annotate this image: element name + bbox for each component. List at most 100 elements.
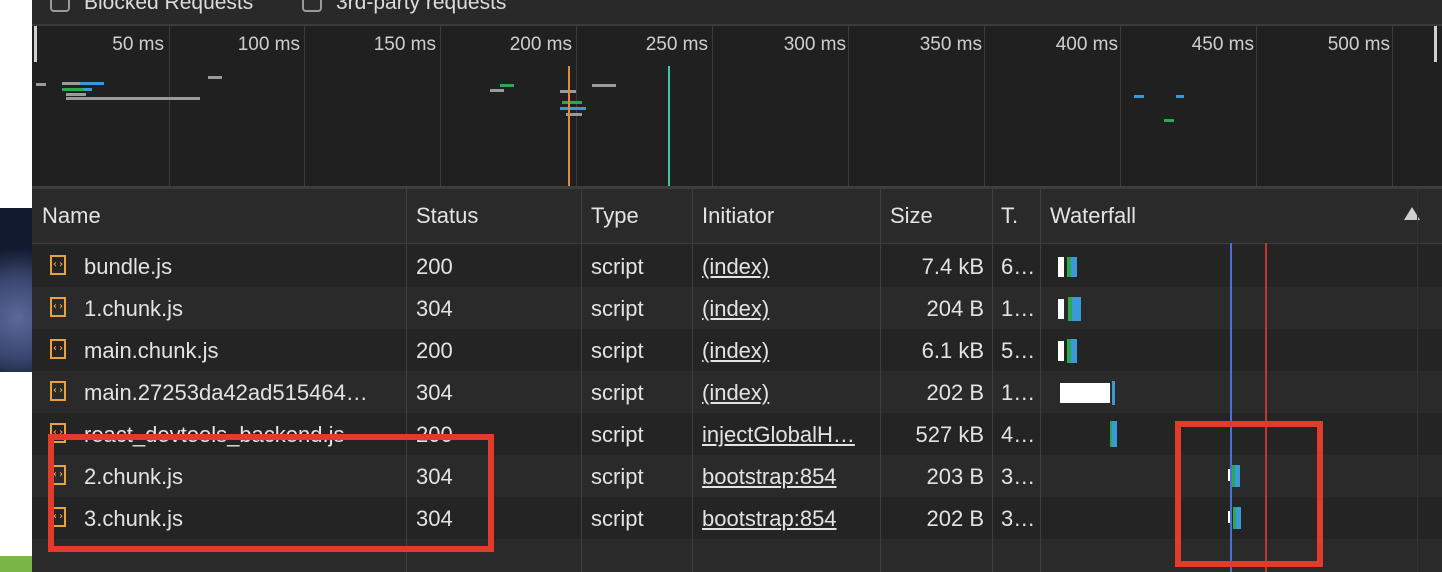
column-divider[interactable] (880, 189, 881, 572)
overview-load-line (668, 66, 670, 186)
overview-gridline (304, 26, 305, 186)
overview-request-bar (66, 93, 86, 96)
waterfall-bar-download (1071, 257, 1077, 277)
request-initiator-link[interactable]: bootstrap:854 (702, 506, 878, 532)
overview-tick-label: 150 ms (373, 34, 436, 55)
waterfall-bar-queue (1058, 299, 1064, 319)
blocked-requests-label: Blocked Requests (84, 0, 254, 14)
overview-gridline (712, 26, 713, 186)
request-initiator-link[interactable]: (index) (702, 296, 878, 322)
overview-request-bar (560, 107, 586, 110)
column-divider[interactable] (1040, 189, 1041, 572)
request-time: 3… (1001, 464, 1036, 489)
overview-tick-label: 450 ms (1191, 34, 1254, 55)
waterfall-bar-queue (1058, 257, 1064, 277)
network-panel: Blocked Requests 3rd-party requests 50 m… (32, 0, 1442, 572)
column-header-type[interactable]: Type (591, 203, 639, 229)
overview-right-handle[interactable] (1434, 26, 1437, 62)
overview-request-bar (62, 82, 80, 85)
request-initiator-link[interactable]: (index) (702, 254, 878, 280)
request-time: 6… (1001, 254, 1036, 279)
request-size: 527 kB (915, 422, 985, 447)
overview-tick-label: 100 ms (237, 34, 300, 55)
overview-tick-label: 400 ms (1055, 34, 1118, 55)
column-header-name[interactable]: Name (42, 203, 101, 229)
request-type: script (591, 506, 644, 531)
request-initiator-link[interactable]: (index) (702, 380, 878, 406)
overview-gridline (169, 26, 170, 186)
script-file-icon: ‹› (50, 255, 66, 275)
overview-request-bar (592, 84, 616, 87)
request-type: script (591, 254, 644, 279)
overview-tick-label: 50 ms (112, 34, 164, 55)
overview-left-handle[interactable] (34, 26, 37, 62)
overview-request-bar (500, 84, 514, 87)
request-time: 4… (1001, 422, 1036, 447)
overview-request-bar (36, 83, 46, 86)
filter-bar: Blocked Requests 3rd-party requests (32, 0, 1442, 26)
request-name: 1.chunk.js (84, 296, 184, 321)
request-initiator-link[interactable]: (index) (702, 338, 878, 364)
request-size: 202 B (926, 380, 985, 405)
overview-gridline (984, 26, 985, 186)
waterfall-bar-download (1112, 421, 1117, 447)
table-header: Name Status Type Initiator Size T. Water… (32, 189, 1442, 244)
overview-dom-content-loaded-line (568, 66, 570, 186)
request-size: 202 B (926, 506, 985, 531)
overview-request-bar (80, 82, 104, 85)
overview-request-bar (84, 88, 92, 91)
waterfall-bar-download (1071, 339, 1077, 363)
overview-gridline (1392, 26, 1393, 186)
waterfall-bar-download (1072, 297, 1081, 321)
overview-request-bar (1176, 95, 1184, 98)
request-initiator-link[interactable]: injectGlobalH… (702, 422, 878, 448)
column-header-time[interactable]: T. (1001, 203, 1018, 229)
request-type: script (591, 338, 644, 363)
page-thumbnail-image (0, 208, 32, 372)
page-accent-strip (0, 556, 32, 572)
request-name: main.27253da42ad515464… (84, 380, 368, 405)
request-time: 1… (1001, 380, 1036, 405)
waterfall-bar-download (1112, 381, 1115, 405)
request-type: script (591, 464, 644, 489)
timeline-overview[interactable]: 50 ms 100 ms 150 ms 200 ms 250 ms 300 ms… (32, 26, 1442, 186)
overview-gridline (440, 26, 441, 186)
overview-gridline (1256, 26, 1257, 186)
overview-tick-label: 300 ms (783, 34, 846, 55)
request-type: script (591, 296, 644, 321)
column-header-waterfall[interactable]: Waterfall (1050, 203, 1136, 229)
script-file-icon: ‹› (50, 339, 66, 359)
request-status: 304 (416, 296, 453, 321)
overview-request-bar (1134, 95, 1144, 98)
third-party-label: 3rd-party requests (336, 0, 507, 14)
overview-gridline (848, 26, 849, 186)
waterfall-gridline (1417, 189, 1418, 572)
request-name: main.chunk.js (84, 338, 219, 363)
column-header-size[interactable]: Size (890, 203, 933, 229)
annotation-highlight-waterfall (1175, 421, 1323, 567)
overview-gridline (576, 26, 577, 186)
request-time: 5… (1001, 338, 1036, 363)
waterfall-bar-queue (1058, 341, 1064, 361)
script-file-icon: ‹› (50, 297, 66, 317)
blocked-requests-checkbox[interactable] (50, 0, 70, 12)
overview-tick-label: 200 ms (509, 34, 572, 55)
request-size: 7.4 kB (921, 254, 984, 279)
overview-tick-label: 250 ms (645, 34, 708, 55)
overview-request-bar (66, 97, 200, 100)
request-size: 6.1 kB (921, 338, 984, 363)
column-divider[interactable] (992, 189, 993, 572)
column-divider[interactable] (581, 189, 582, 572)
overview-request-bar (208, 76, 222, 79)
request-name: bundle.js (84, 254, 173, 279)
request-status: 200 (416, 254, 453, 279)
column-header-initiator[interactable]: Initiator (702, 203, 774, 229)
overview-request-bar (562, 101, 582, 104)
request-time: 1… (1001, 296, 1036, 321)
column-divider[interactable] (692, 189, 693, 572)
third-party-checkbox[interactable] (302, 0, 322, 12)
request-initiator-link[interactable]: bootstrap:854 (702, 464, 878, 490)
script-file-icon: ‹› (50, 381, 66, 401)
request-time: 3… (1001, 506, 1036, 531)
column-header-status[interactable]: Status (416, 203, 478, 229)
